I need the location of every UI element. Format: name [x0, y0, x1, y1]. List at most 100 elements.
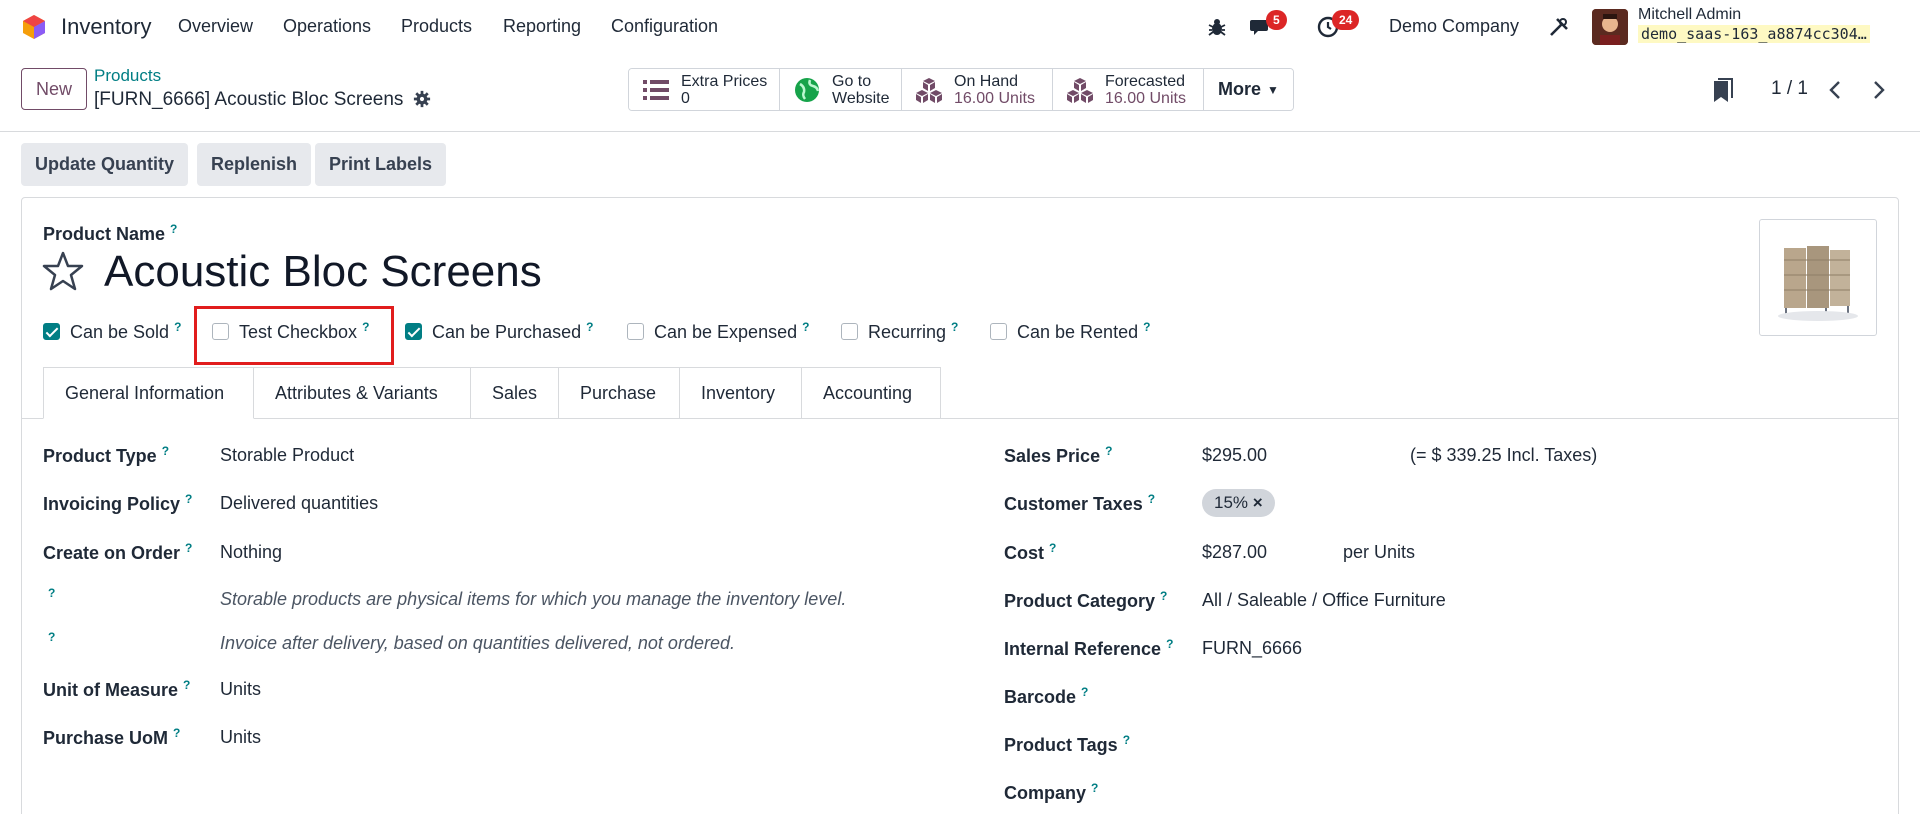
recurring-checkbox[interactable]: [841, 323, 858, 340]
on-hand-button[interactable]: On Hand 16.00 Units: [902, 69, 1053, 110]
tab-inventory[interactable]: Inventory: [680, 367, 802, 419]
cost-unit: per Units: [1343, 542, 1416, 562]
forecasted-button[interactable]: Forecasted 16.00 Units: [1053, 69, 1204, 110]
top-navbar: Inventory Overview Operations Products R…: [0, 0, 1920, 54]
purchase-uom-field[interactable]: Units: [220, 727, 261, 748]
price-incl-taxes: (= $ 339.25 Incl. Taxes): [1410, 445, 1598, 465]
can-be-sold-label: Can be Sold?: [70, 320, 182, 342]
product-type-help: Storable products are physical items for…: [220, 589, 847, 609]
menu-products[interactable]: Products: [401, 16, 472, 37]
can-be-expensed-label: Can be Expensed?: [654, 320, 810, 342]
replenish-button[interactable]: Replenish: [197, 143, 312, 186]
invoicing-policy-field[interactable]: Delivered quantities: [220, 493, 378, 514]
chevron-right-icon[interactable]: [1867, 78, 1889, 102]
tab-attributes-variants[interactable]: Attributes & Variants: [254, 367, 471, 419]
forecasted-label: Forecasted: [1105, 72, 1186, 90]
gear-icon[interactable]: [413, 90, 431, 108]
company-label: Company?: [1004, 781, 1099, 803]
can-be-expensed-checkbox[interactable]: [627, 323, 644, 340]
invoicing-policy-label: Invoicing Policy?: [43, 492, 193, 514]
breadcrumb-products[interactable]: Products: [94, 66, 161, 86]
bug-icon[interactable]: [1205, 15, 1229, 39]
list-icon: [643, 79, 669, 100]
go-to-label: Go to: [832, 72, 872, 90]
can-be-purchased-checkbox[interactable]: [405, 323, 422, 340]
menu-overview[interactable]: Overview: [178, 16, 253, 37]
tax-tag[interactable]: 15% ×: [1202, 489, 1275, 517]
product-image[interactable]: [1759, 219, 1877, 336]
purchase-uom-label: Purchase UoM?: [43, 726, 181, 748]
menu-configuration[interactable]: Configuration: [611, 16, 718, 37]
caret-down-icon: ▼: [1267, 82, 1279, 97]
company-switcher[interactable]: Demo Company: [1389, 16, 1519, 37]
tools-icon[interactable]: [1547, 15, 1571, 39]
menu-reporting[interactable]: Reporting: [503, 16, 581, 37]
cubes-icon: [1067, 77, 1093, 103]
messages-badge: 5: [1266, 10, 1287, 30]
sales-price-field[interactable]: $295.00: [1202, 445, 1267, 466]
update-quantity-button[interactable]: Update Quantity: [21, 143, 189, 186]
new-button[interactable]: New: [21, 68, 87, 110]
unit-of-measure-field[interactable]: Units: [220, 679, 261, 700]
chevron-left-icon[interactable]: [1825, 78, 1847, 102]
create-on-order-field[interactable]: Nothing: [220, 542, 282, 563]
recurring-label: Recurring?: [868, 320, 959, 342]
on-hand-label: On Hand: [954, 72, 1019, 90]
on-hand-value: 16.00 Units: [954, 89, 1035, 107]
customer-taxes-label: Customer Taxes?: [1004, 492, 1156, 514]
unit-of-measure-label: Unit of Measure?: [43, 678, 191, 700]
header-divider: [0, 131, 1920, 132]
menu-operations[interactable]: Operations: [283, 16, 371, 37]
product-category-field[interactable]: All / Saleable / Office Furniture: [1202, 590, 1446, 611]
highlight-box: [194, 306, 394, 365]
more-dropdown[interactable]: More ▼: [1204, 69, 1293, 110]
product-tags-label: Product Tags?: [1004, 733, 1131, 755]
help-icon[interactable]: ?: [170, 222, 177, 236]
extra-prices-button[interactable]: Extra Prices 0: [629, 69, 780, 110]
extra-prices-value: 0: [681, 89, 690, 107]
tab-general-information[interactable]: General Information: [43, 367, 254, 419]
database-name: demo_saas-163_a8874cc304…: [1638, 25, 1870, 43]
globe-icon: [795, 77, 820, 102]
internal-reference-field[interactable]: FURN_6666: [1202, 638, 1302, 659]
can-be-purchased-label: Can be Purchased?: [432, 320, 594, 342]
can-be-rented-checkbox[interactable]: [990, 323, 1007, 340]
user-name[interactable]: Mitchell Admin: [1638, 6, 1741, 24]
product-name-label: Product Name?: [43, 222, 178, 244]
print-labels-button[interactable]: Print Labels: [315, 143, 447, 186]
invoicing-policy-help: Invoice after delivery, based on quantit…: [220, 633, 735, 653]
smart-buttons: Extra Prices 0 Go to Website On Hand 16.00 …: [628, 68, 1294, 111]
product-name-field[interactable]: Acoustic Bloc Screens: [104, 247, 542, 297]
pager-value[interactable]: 1 / 1: [1771, 78, 1808, 100]
barcode-label: Barcode?: [1004, 685, 1089, 707]
create-on-order-label: Create on Order?: [43, 541, 193, 563]
notebook-tabs: General Information Attributes & Variant…: [43, 367, 941, 419]
user-avatar[interactable]: [1592, 9, 1628, 45]
forecasted-value: 16.00 Units: [1105, 89, 1186, 107]
app-name[interactable]: Inventory: [61, 14, 152, 40]
go-to-website-button[interactable]: Go to Website: [780, 69, 902, 110]
activities-badge: 24: [1332, 10, 1360, 30]
help-icon[interactable]: ?: [48, 630, 55, 644]
can-be-rented-label: Can be Rented?: [1017, 320, 1151, 342]
tab-purchase[interactable]: Purchase: [559, 367, 680, 419]
app-logo-icon[interactable]: [21, 14, 47, 40]
internal-reference-label: Internal Reference?: [1004, 637, 1174, 659]
more-label: More: [1218, 79, 1262, 99]
extra-prices-label: Extra Prices: [681, 72, 768, 90]
product-type-label: Product Type?: [43, 444, 170, 466]
star-icon[interactable]: [42, 250, 84, 292]
tab-accounting[interactable]: Accounting: [802, 367, 941, 419]
sales-price-label: Sales Price?: [1004, 444, 1113, 466]
breadcrumb-current: [FURN_6666] Acoustic Bloc Screens: [94, 89, 404, 110]
remove-tag-icon[interactable]: ×: [1253, 493, 1263, 512]
bookmark-icon[interactable]: [1712, 78, 1734, 104]
tab-sales[interactable]: Sales: [471, 367, 559, 419]
help-icon[interactable]: ?: [48, 586, 55, 600]
cubes-icon: [916, 77, 942, 103]
cost-field[interactable]: $287.00: [1202, 542, 1267, 563]
cost-label: Cost?: [1004, 541, 1057, 563]
product-type-field[interactable]: Storable Product: [220, 445, 354, 466]
can-be-sold-checkbox[interactable]: [43, 323, 60, 340]
product-category-label: Product Category?: [1004, 589, 1168, 611]
